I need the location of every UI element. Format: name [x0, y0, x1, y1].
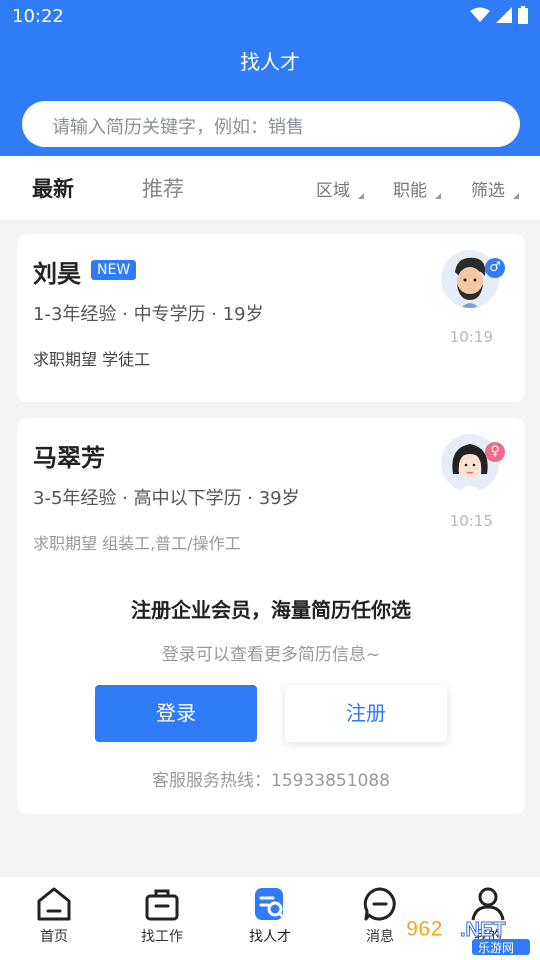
- tab-bar: 最新 推荐 区域 职能 筛选: [0, 156, 540, 220]
- nav-label: 首页: [40, 929, 68, 945]
- service-hotline: 客服服务热线：15933851088: [152, 771, 390, 791]
- svg-text:962: 962: [406, 916, 443, 941]
- resume-card[interactable]: 马翠芳 3-5年经验 · 高中以下学历 · 39岁 求职期望 组装工,普工/操作…: [17, 418, 525, 814]
- update-time: 10:19: [449, 328, 493, 346]
- filter-function-label: 职能: [393, 181, 427, 201]
- nav-find-job[interactable]: 找工作: [122, 885, 202, 946]
- nav-label: 找人才: [249, 929, 291, 945]
- status-icons: [470, 6, 528, 24]
- nav-home[interactable]: 首页: [14, 885, 94, 946]
- filter-function[interactable]: 职能: [393, 176, 441, 201]
- candidate-info: 3-5年经验 · 高中以下学历 · 39岁: [33, 488, 300, 509]
- signal-icon: [496, 7, 512, 23]
- briefcase-icon: [145, 889, 179, 921]
- home-icon: [37, 887, 71, 921]
- promo-title: 注册企业会员，海量简历任你选: [131, 598, 411, 622]
- gender-female-icon: ♀: [485, 442, 505, 462]
- filter-area-label: 区域: [316, 181, 350, 201]
- battery-icon: [518, 6, 528, 24]
- search-input[interactable]: 请输入简历关键字，例如：销售: [22, 101, 520, 147]
- nav-find-talent[interactable]: 找人才: [230, 885, 310, 946]
- job-expectation: 求职期望 组装工,普工/操作工: [33, 534, 241, 553]
- svg-text:乐游网: 乐游网: [478, 941, 514, 955]
- login-button[interactable]: 登录: [95, 685, 257, 742]
- candidate-name: 马翠芳: [33, 444, 105, 472]
- dropdown-triangle-icon: [358, 193, 364, 199]
- resume-card[interactable]: 刘昊 NEW 1-3年经验 · 中专学历 · 19岁 求职期望 学徒工 ♂ 10…: [17, 234, 525, 402]
- tab-recommend[interactable]: 推荐: [142, 173, 184, 203]
- wifi-icon: [470, 7, 490, 22]
- update-time: 10:15: [449, 512, 493, 530]
- filter-more-label: 筛选: [471, 181, 505, 201]
- dropdown-triangle-icon: [435, 193, 441, 199]
- page-title: 找人才: [240, 50, 300, 74]
- filter-area[interactable]: 区域: [316, 176, 364, 201]
- new-badge: NEW: [91, 260, 137, 280]
- tab-latest[interactable]: 最新: [32, 173, 74, 203]
- site-watermark: 962 .NET 乐游网: [402, 912, 536, 956]
- gender-male-icon: ♂: [485, 258, 505, 278]
- filter-more[interactable]: 筛选: [471, 176, 519, 201]
- status-bar: 10:22: [0, 0, 540, 34]
- status-time: 10:22: [12, 6, 64, 27]
- watermark-logo-icon: 962 .NET 乐游网: [406, 916, 530, 955]
- candidate-name: 刘昊: [33, 260, 81, 288]
- search-placeholder: 请输入简历关键字，例如：销售: [52, 117, 304, 138]
- dropdown-triangle-icon: [513, 193, 519, 199]
- message-icon: [363, 887, 396, 921]
- nav-label: 找工作: [141, 929, 183, 945]
- candidate-info: 1-3年经验 · 中专学历 · 19岁: [33, 304, 264, 325]
- promo-subtitle: 登录可以查看更多简历信息~: [161, 645, 381, 665]
- register-button[interactable]: 注册: [285, 685, 447, 742]
- job-expectation: 求职期望 学徒工: [33, 350, 151, 369]
- talent-search-icon: [255, 888, 286, 920]
- header: 10:22 找人才 请输入简历关键字，例如：销售: [0, 0, 540, 156]
- svg-text:.NET: .NET: [460, 919, 506, 941]
